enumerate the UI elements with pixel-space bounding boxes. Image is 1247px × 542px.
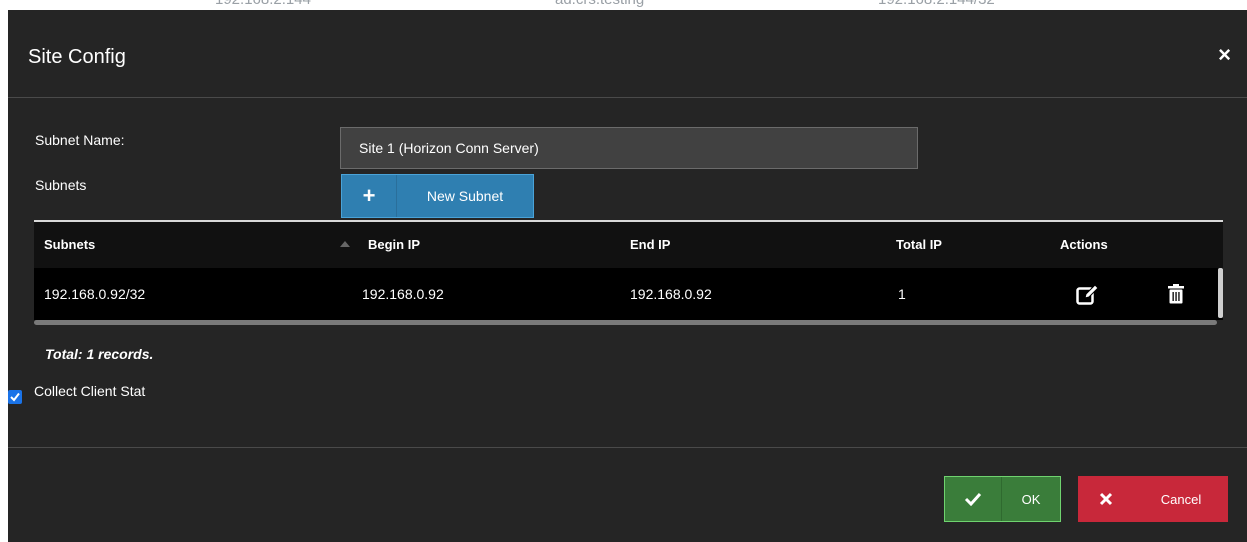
plus-icon: + [342, 175, 397, 217]
close-icon[interactable]: × [1218, 44, 1231, 66]
cell-total-ip: 1 [898, 286, 906, 302]
cell-end-ip: 192.168.0.92 [630, 286, 712, 302]
dialog-header: Site Config × [8, 10, 1247, 98]
checkmark-icon [10, 392, 20, 402]
subnet-name-label: Subnet Name: [35, 132, 125, 148]
column-header-begin-ip[interactable]: Begin IP [368, 222, 420, 268]
table-row[interactable]: 192.168.0.92/32 192.168.0.92 192.168.0.9… [34, 268, 1223, 320]
background-table-strip: 192.168.2.144 ad.crs.testing 192.168.2.1… [0, 0, 1247, 10]
table-header: Subnets Begin IP End IP Total IP Actions [34, 220, 1223, 268]
cell-subnet: 192.168.0.92/32 [44, 286, 146, 302]
table-scrollbar[interactable] [1218, 268, 1223, 318]
collect-client-stat-label[interactable]: Collect Client Stat [34, 383, 145, 399]
total-records-text: Total: 1 records. [45, 346, 154, 362]
footer-divider [8, 447, 1247, 448]
column-header-subnets[interactable]: Subnets [44, 222, 95, 268]
background-cell-ip: 192.168.2.144 [215, 0, 311, 8]
ok-label: OK [1021, 491, 1041, 507]
background-cell-subnet: 192.168.2.144/32 [878, 0, 995, 8]
column-header-end-ip[interactable]: End IP [630, 222, 670, 268]
dialog-title: Site Config [28, 46, 126, 68]
checkmark-icon [945, 477, 1002, 521]
table-horizontal-scrollbar[interactable] [34, 320, 1217, 325]
edit-icon[interactable] [1076, 284, 1100, 311]
cancel-button[interactable]: Cancel [1078, 476, 1228, 522]
ok-button[interactable]: OK [944, 476, 1061, 522]
x-icon [1078, 476, 1134, 522]
subnets-label: Subnets [35, 177, 87, 193]
subnet-name-input[interactable] [340, 127, 918, 169]
new-subnet-button[interactable]: + New Subnet [341, 174, 534, 218]
trash-icon[interactable] [1168, 284, 1184, 309]
background-cell-domain: ad.crs.testing [555, 0, 644, 8]
sort-asc-icon[interactable] [340, 241, 350, 247]
new-subnet-label: New Subnet [426, 188, 504, 204]
column-header-total-ip[interactable]: Total IP [896, 222, 942, 268]
cancel-label: Cancel [1160, 491, 1202, 507]
site-config-dialog: Site Config × Subnet Name: Subnets + New… [8, 10, 1247, 542]
column-header-actions: Actions [1060, 237, 1108, 252]
collect-client-stat-checkbox[interactable] [8, 390, 22, 404]
cell-begin-ip: 192.168.0.92 [362, 286, 444, 302]
subnets-table: Subnets Begin IP End IP Total IP Actions… [34, 220, 1223, 326]
